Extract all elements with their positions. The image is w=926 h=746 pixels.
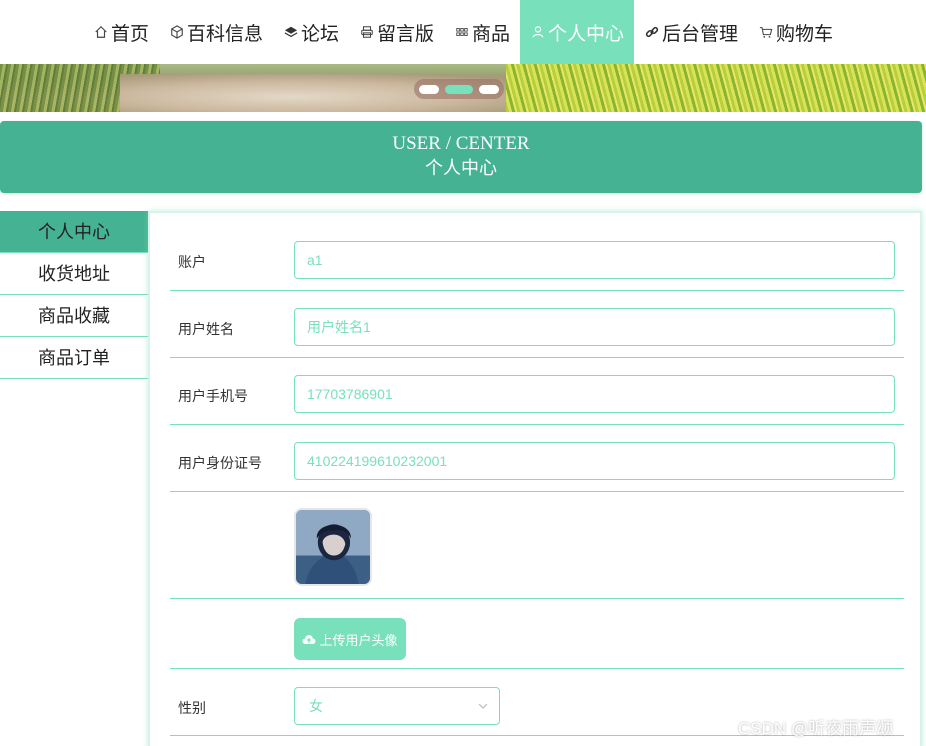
home-icon bbox=[93, 24, 109, 40]
phone-input[interactable]: 17703786901 bbox=[294, 375, 895, 413]
nav-item-label: 个人中心 bbox=[548, 23, 625, 45]
carousel-dot[interactable] bbox=[479, 84, 499, 94]
nav-item-label: 商品 bbox=[472, 23, 511, 45]
cart-icon bbox=[758, 24, 774, 40]
form-row-upload: 上传用户头像 bbox=[170, 599, 904, 669]
nav-item-label: 百科信息 bbox=[186, 23, 263, 45]
nav-item-label: 留言版 bbox=[376, 23, 434, 45]
grid-icon bbox=[454, 24, 470, 40]
watermark: CSDN @听夜雨声颂 bbox=[738, 719, 894, 738]
nav-item-encyclopedia[interactable]: 百科信息 bbox=[159, 0, 273, 64]
form-row-phone: 用户手机号 17703786901 bbox=[170, 358, 904, 425]
layers-icon bbox=[283, 24, 299, 40]
sidebar: 个人中心 收货地址 商品收藏 商品订单 bbox=[0, 211, 148, 379]
sidebar-item-user-center[interactable]: 个人中心 bbox=[0, 211, 148, 253]
form-row-avatar bbox=[170, 492, 904, 599]
name-input[interactable]: 用户姓名1 bbox=[294, 308, 895, 346]
page-title-cn: 个人中心 bbox=[425, 158, 497, 178]
nav-item-label: 论坛 bbox=[300, 23, 339, 45]
sidebar-item-orders[interactable]: 商品订单 bbox=[0, 337, 148, 379]
gender-select-value: 女 bbox=[309, 698, 323, 714]
nav-item-forum[interactable]: 论坛 bbox=[273, 0, 349, 64]
phone-label: 用户手机号 bbox=[178, 388, 248, 404]
gender-label: 性别 bbox=[178, 700, 206, 716]
gender-select[interactable]: 女 bbox=[294, 687, 500, 725]
nav-item-products[interactable]: 商品 bbox=[444, 0, 520, 64]
carousel-dot-active[interactable] bbox=[445, 84, 473, 94]
form-row-name: 用户姓名 用户姓名1 bbox=[170, 291, 904, 358]
sidebar-item-favorites[interactable]: 商品收藏 bbox=[0, 295, 148, 337]
nav-item-cart[interactable]: 购物车 bbox=[748, 0, 843, 64]
avatar bbox=[294, 508, 372, 586]
link-icon bbox=[644, 24, 660, 40]
form-row-account: 账户 a1 bbox=[170, 213, 904, 291]
nav-item-user-center[interactable]: 个人中心 bbox=[520, 0, 635, 64]
carousel-indicators bbox=[414, 79, 504, 99]
chevron-down-icon bbox=[478, 703, 488, 709]
account-input[interactable]: a1 bbox=[294, 241, 895, 279]
page-title: USER / CENTER 个人中心 bbox=[0, 121, 922, 193]
nav-item-label: 首页 bbox=[110, 23, 149, 45]
upload-avatar-button[interactable]: 上传用户头像 bbox=[294, 618, 406, 660]
user-icon bbox=[530, 24, 546, 40]
nav-item-admin[interactable]: 后台管理 bbox=[634, 0, 748, 64]
form-row-id-card: 用户身份证号 410224199610232001 bbox=[170, 425, 904, 492]
cloud-upload-icon bbox=[302, 635, 316, 644]
printer-icon bbox=[359, 24, 375, 40]
upload-avatar-label: 上传用户头像 bbox=[319, 632, 398, 648]
carousel-dot[interactable] bbox=[419, 84, 439, 94]
top-nav: 首页 百科信息 论坛 留言版 商品 个人中心 后台管理 购物车 bbox=[0, 0, 926, 64]
name-label: 用户姓名 bbox=[178, 321, 234, 337]
sidebar-item-address[interactable]: 收货地址 bbox=[0, 253, 148, 295]
nav-item-message-board[interactable]: 留言版 bbox=[349, 0, 444, 64]
cube-icon bbox=[169, 24, 185, 40]
nav-item-home[interactable]: 首页 bbox=[83, 0, 159, 64]
nav-item-label: 购物车 bbox=[776, 23, 834, 45]
page-title-en: USER / CENTER bbox=[392, 133, 530, 154]
profile-form: 账户 a1 用户姓名 用户姓名1 用户手机号 17703786901 用户身份证… bbox=[148, 211, 922, 746]
id-card-input[interactable]: 410224199610232001 bbox=[294, 442, 895, 480]
id-card-label: 用户身份证号 bbox=[178, 455, 262, 471]
account-label: 账户 bbox=[178, 254, 206, 270]
nav-item-label: 后台管理 bbox=[662, 23, 739, 45]
